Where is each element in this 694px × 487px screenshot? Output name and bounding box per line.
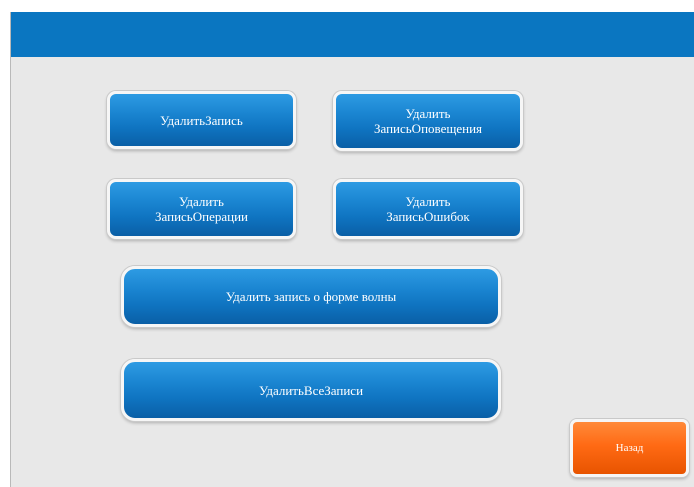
delete-all-records-button[interactable]: УдалитьВсеЗаписи (121, 359, 501, 421)
delete-alert-record-button[interactable]: Удалить ЗаписьОповещения (333, 91, 523, 151)
header-bar (11, 12, 694, 57)
delete-error-record-button[interactable]: Удалить ЗаписьОшибок (333, 179, 523, 239)
delete-record-button[interactable]: УдалитьЗапись (107, 91, 296, 149)
delete-operation-record-button[interactable]: Удалить ЗаписьОперации (107, 179, 296, 239)
delete-waveform-record-button[interactable]: Удалить запись о форме волны (121, 266, 501, 327)
back-button[interactable]: Назад (570, 419, 689, 477)
screen: УдалитьЗапись Удалить ЗаписьОповещения У… (10, 12, 694, 487)
